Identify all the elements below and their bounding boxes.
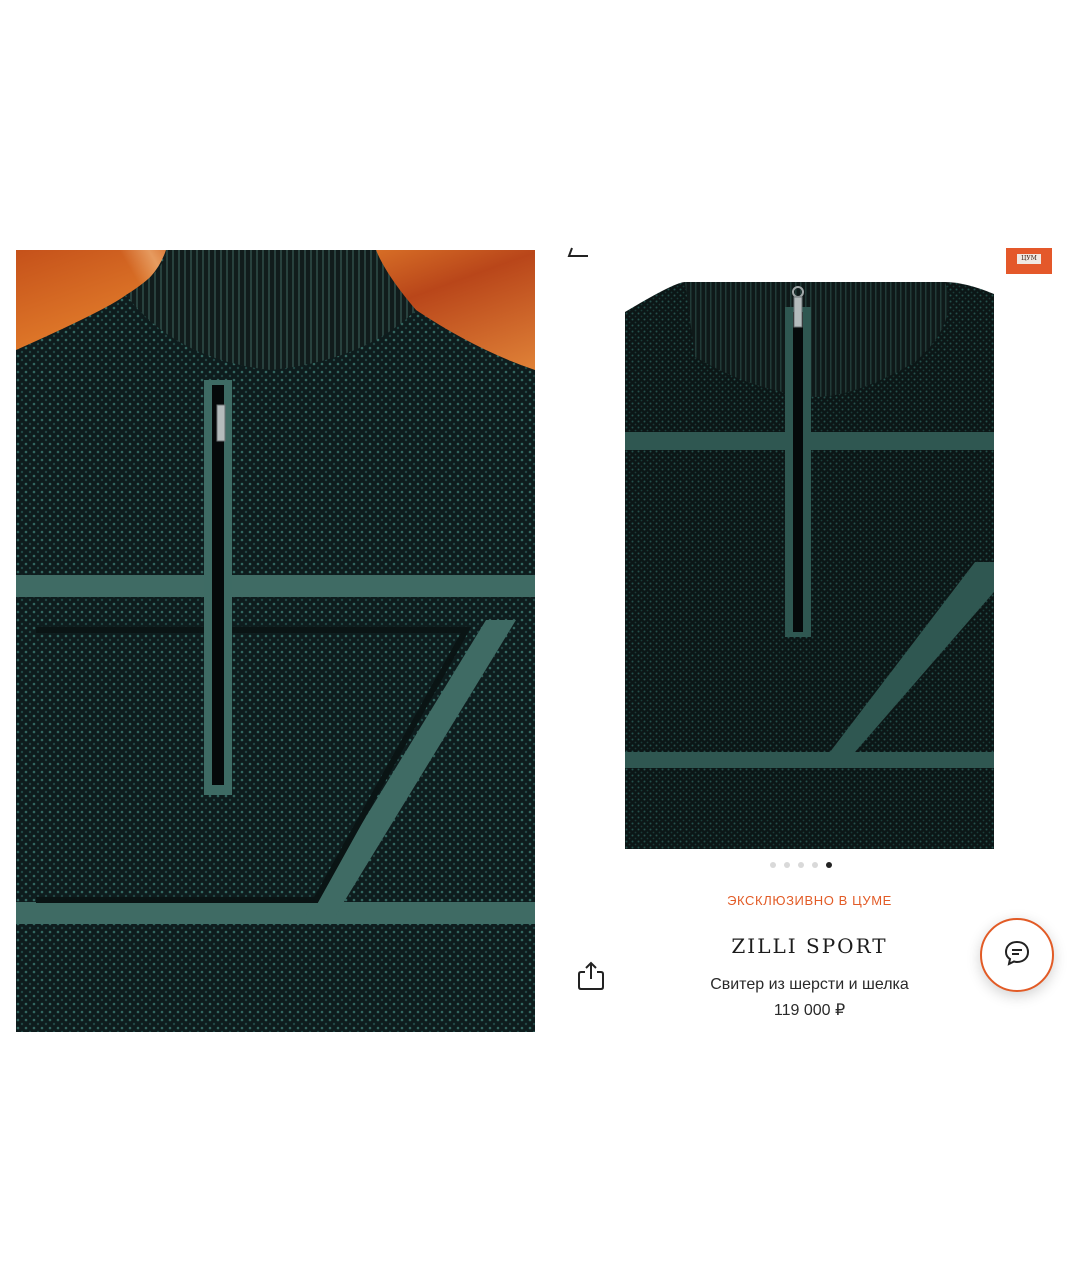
carousel-dots[interactable] xyxy=(770,862,850,870)
back-arrow-icon[interactable] xyxy=(566,244,590,266)
carousel-dot[interactable] xyxy=(812,862,818,868)
product-name: Свитер из шерсти и шелка xyxy=(710,976,909,993)
sweater-image xyxy=(16,250,535,1032)
chat-bubble-icon xyxy=(1003,939,1031,971)
chat-button[interactable] xyxy=(980,918,1054,992)
carousel-dot[interactable] xyxy=(770,862,776,868)
share-icon[interactable] xyxy=(576,960,606,992)
logo-text: ЦУМ xyxy=(1017,254,1041,264)
carousel-dot[interactable] xyxy=(798,862,804,868)
brand-name[interactable]: ZILLI SPORT xyxy=(625,934,994,958)
carousel-dot-active[interactable] xyxy=(826,862,832,868)
product-photo[interactable] xyxy=(625,282,994,849)
tsum-logo-badge[interactable]: ЦУМ xyxy=(1006,248,1052,274)
sweater-image xyxy=(625,282,994,849)
exclusive-label: ЭКСКЛЮЗИВНО В ЦУМЕ xyxy=(727,893,892,908)
product-price: 119 000 ₽ xyxy=(773,1002,846,1019)
product-photo-large xyxy=(16,250,535,1032)
carousel-dot[interactable] xyxy=(784,862,790,868)
